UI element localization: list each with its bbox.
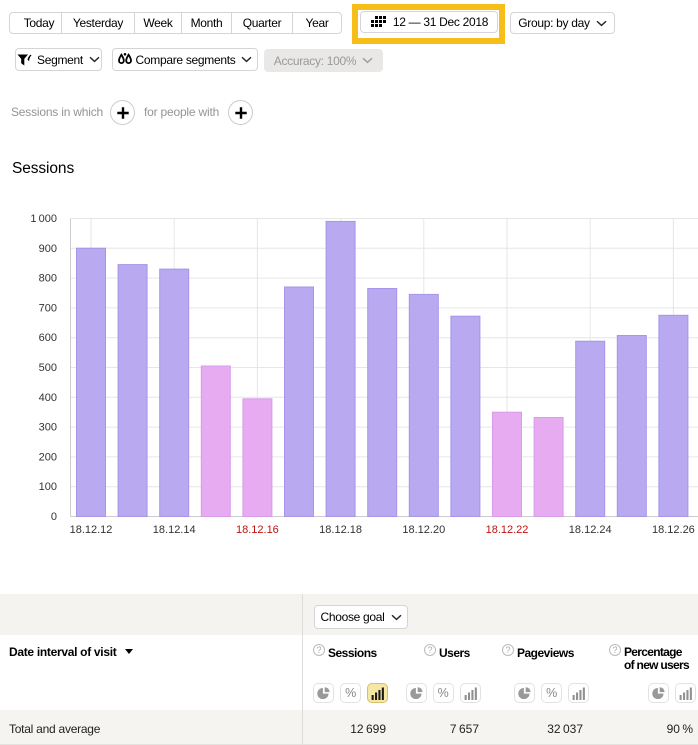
svg-text:500: 500 (39, 362, 57, 374)
svg-text:300: 300 (39, 422, 57, 434)
svg-text:600: 600 (39, 332, 57, 344)
svg-text:400: 400 (39, 392, 57, 404)
svg-text:18.12.20: 18.12.20 (402, 524, 445, 536)
svg-text:700: 700 (39, 302, 57, 314)
svg-text:1 000: 1 000 (30, 213, 57, 225)
svg-text:100: 100 (39, 481, 57, 493)
svg-text:18.12.22: 18.12.22 (486, 524, 529, 536)
svg-text:900: 900 (39, 243, 57, 255)
svg-text:0: 0 (51, 511, 57, 523)
svg-text:800: 800 (39, 273, 57, 285)
svg-text:18.12.16: 18.12.16 (236, 524, 279, 536)
svg-text:18.12.24: 18.12.24 (569, 524, 612, 536)
svg-text:18.12.26: 18.12.26 (652, 524, 695, 536)
svg-text:18.12.14: 18.12.14 (153, 524, 196, 536)
svg-text:200: 200 (39, 451, 57, 463)
svg-text:18.12.12: 18.12.12 (70, 524, 113, 536)
svg-text:18.12.18: 18.12.18 (319, 524, 362, 536)
